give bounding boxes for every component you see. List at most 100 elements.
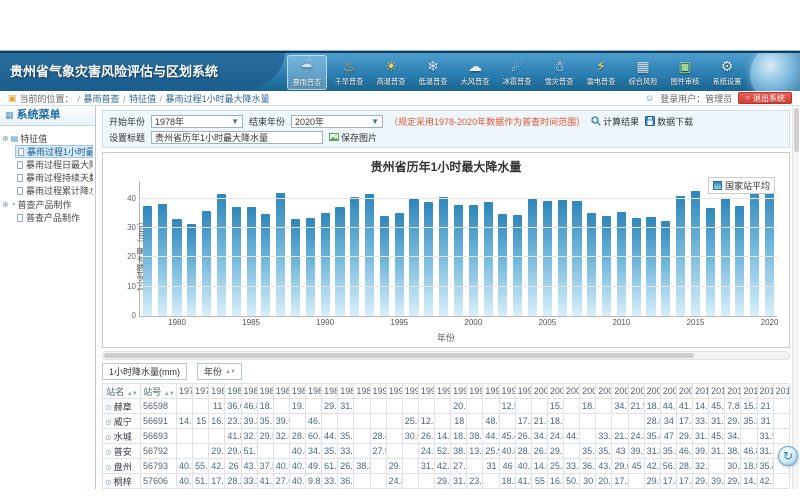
- save-image-button[interactable]: 保存图片: [329, 131, 377, 144]
- bar-1993[interactable]: [365, 194, 374, 316]
- compute-button[interactable]: 计算结果: [591, 115, 639, 128]
- year-header-2004[interactable]: 2004: [596, 384, 612, 399]
- tree-group-0[interactable]: ⊕▤特征值: [2, 131, 93, 145]
- sidebar-item[interactable]: 暴雨过程日最大降水量: [15, 158, 93, 171]
- year-header-1986[interactable]: 1986: [306, 384, 322, 399]
- chart-title-input[interactable]: 贵州省历年1小时最大降水量: [151, 131, 323, 144]
- expand-row-icon[interactable]: ⊙: [105, 478, 112, 487]
- year-header-1989[interactable]: 1989: [354, 384, 370, 399]
- toolbar-item-map-review[interactable]: ▣图件审核: [665, 55, 705, 90]
- bar-2004[interactable]: [528, 199, 537, 316]
- year-header-1987[interactable]: 1987: [322, 384, 338, 399]
- bar-1979[interactable]: [158, 204, 167, 316]
- year-header-1992[interactable]: 1992: [402, 384, 418, 399]
- year-header-1994[interactable]: 1994: [435, 384, 451, 399]
- year-header-1997[interactable]: 1997: [483, 384, 499, 399]
- bar-2015[interactable]: [691, 191, 700, 316]
- bar-2016[interactable]: [706, 208, 715, 316]
- bar-1995[interactable]: [395, 213, 404, 316]
- year-header-2013[interactable]: 2013: [741, 384, 757, 399]
- year-header-1990[interactable]: 1990: [370, 384, 386, 399]
- vertical-scrollbar[interactable]: [792, 106, 799, 489]
- toolbar-item-wind[interactable]: ☁大风普查: [455, 55, 495, 90]
- sidebar-item[interactable]: 暴雨过程1小时最大降水量: [15, 145, 93, 158]
- bar-1999[interactable]: [454, 205, 463, 316]
- expand-row-icon[interactable]: ⊙: [105, 463, 112, 472]
- bar-2000[interactable]: [469, 205, 478, 316]
- year-header-1988[interactable]: 1988: [338, 384, 354, 399]
- station-name-cell[interactable]: ⊙桐梓: [103, 474, 141, 489]
- toolbar-item-hail[interactable]: ☄冰雹普查: [497, 55, 537, 90]
- year-header-1983[interactable]: 1983: [257, 384, 273, 399]
- year-header-1985[interactable]: 1985: [289, 384, 305, 399]
- breadcrumb-item[interactable]: 特征值: [129, 94, 156, 104]
- year-header-2009[interactable]: 2009: [676, 384, 692, 399]
- year-header-1984[interactable]: 1984: [273, 384, 289, 399]
- year-header-2000[interactable]: 2000: [531, 384, 547, 399]
- toolbar-item-rainstorm[interactable]: ☔暴雨普查: [287, 55, 327, 90]
- bar-2011[interactable]: [632, 218, 641, 316]
- bar-2006[interactable]: [558, 200, 567, 316]
- sort-icons[interactable]: ▲▼: [164, 391, 174, 397]
- year-header-1978[interactable]: 1978: [177, 384, 193, 399]
- bar-1980[interactable]: [172, 219, 181, 316]
- year-header-1996[interactable]: 1996: [467, 384, 483, 399]
- tree-group-1[interactable]: ⊕◔普查产品制作: [2, 197, 93, 211]
- bar-1985[interactable]: [247, 207, 256, 316]
- bar-2007[interactable]: [572, 201, 581, 316]
- year-header-2012[interactable]: 2012: [725, 384, 741, 399]
- year-header-1993[interactable]: 1993: [418, 384, 434, 399]
- station-id-header[interactable]: 站号 ▲▼: [141, 384, 177, 399]
- bar-1984[interactable]: [232, 207, 241, 316]
- sidebar-item[interactable]: 普查产品制作: [15, 211, 93, 224]
- bar-1991[interactable]: [335, 207, 344, 316]
- toolbar-item-high-temp[interactable]: ☀高温普查: [371, 55, 411, 90]
- station-name-cell[interactable]: ⊙威宁: [103, 414, 141, 429]
- year-header-2005[interactable]: 2005: [612, 384, 628, 399]
- sort-icons[interactable]: ▲▼: [127, 391, 137, 397]
- year-header-2011[interactable]: 2011: [709, 384, 725, 399]
- station-name-cell[interactable]: ⊙盘州: [103, 459, 141, 474]
- horizontal-scrollbar[interactable]: [102, 351, 790, 360]
- download-button[interactable]: 数据下载: [645, 115, 693, 128]
- station-name-cell[interactable]: ⊙赫章: [103, 399, 141, 414]
- bar-2020[interactable]: [765, 187, 774, 316]
- sort-icons[interactable]: ▲▼: [225, 369, 235, 375]
- logout-button[interactable]: ○ 退出系统: [738, 92, 792, 104]
- column-field-box[interactable]: 年份 ▲▼: [197, 363, 242, 380]
- year-header-1995[interactable]: 1995: [451, 384, 467, 399]
- bar-1981[interactable]: [187, 224, 196, 316]
- year-header-2001[interactable]: 2001: [547, 384, 563, 399]
- bar-1987[interactable]: [276, 193, 285, 316]
- year-header-2015[interactable]: 2015: [773, 384, 789, 399]
- year-header-2014[interactable]: 2014: [757, 384, 773, 399]
- toolbar-item-lightning[interactable]: ⚡雷电普查: [581, 55, 621, 90]
- year-header-2007[interactable]: 2007: [644, 384, 660, 399]
- sidebar-item[interactable]: 暴雨过程持续天数: [15, 171, 93, 184]
- bar-1983[interactable]: [217, 194, 226, 316]
- year-header-1979[interactable]: 1979: [193, 384, 209, 399]
- toolbar-item-composite-risk[interactable]: ▦综合风险: [623, 55, 663, 90]
- bar-2012[interactable]: [646, 217, 655, 316]
- horizontal-scrollbar-thumb[interactable]: [104, 353, 694, 358]
- vertical-scrollbar-thumb[interactable]: [794, 108, 799, 152]
- bar-1990[interactable]: [321, 213, 330, 316]
- year-header-2006[interactable]: 2006: [628, 384, 644, 399]
- bar-1978[interactable]: [143, 206, 152, 316]
- bar-2018[interactable]: [735, 206, 744, 316]
- measure-field-box[interactable]: 1小时降水量(mm): [102, 363, 187, 380]
- bar-1996[interactable]: [409, 199, 418, 316]
- bar-2008[interactable]: [587, 213, 596, 316]
- bar-2005[interactable]: [543, 201, 552, 316]
- station-name-header[interactable]: 站名 ▲▼: [103, 384, 141, 399]
- sidebar-item[interactable]: 暴雨过程累计降水量: [15, 184, 93, 197]
- toolbar-item-low-temp[interactable]: ❄低温普查: [413, 55, 453, 90]
- floating-widget-button[interactable]: ↻: [778, 446, 798, 466]
- bar-2001[interactable]: [484, 202, 493, 316]
- start-year-select[interactable]: 1978年 ▼: [151, 115, 243, 128]
- end-year-select[interactable]: 2020年 ▼: [291, 115, 383, 128]
- breadcrumb-item[interactable]: 暴雨普查: [84, 94, 120, 104]
- expand-row-icon[interactable]: ⊙: [105, 403, 112, 412]
- toolbar-item-drought[interactable]: ♨干旱普查: [329, 55, 369, 90]
- expand-icon[interactable]: ⊕: [2, 134, 9, 143]
